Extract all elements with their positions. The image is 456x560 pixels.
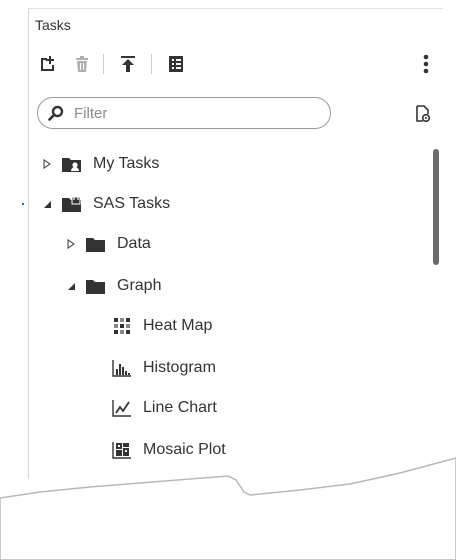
new-task-icon [41,56,54,71]
search-icon [48,105,64,121]
panel-title: Tasks [35,17,71,33]
filter-search-box[interactable] [37,97,331,129]
heat-map-icon [111,316,133,336]
toolbar-separator [151,54,152,74]
filter-document-icon [416,105,431,123]
user-folder-icon [61,154,83,174]
vertical-ellipsis-icon [423,54,429,74]
torn-edge-effect [0,457,456,560]
tree-node-graph[interactable]: Graph [65,273,161,299]
delete-button[interactable] [69,51,95,77]
tree-label: Graph [117,277,162,294]
tree-node-histogram[interactable]: Histogram [111,355,216,381]
toolbar-separator [103,54,104,74]
collapse-arrow-icon[interactable] [41,198,53,210]
upload-icon [121,56,135,72]
tree-node-heat-map[interactable]: Heat Map [111,313,212,339]
expand-arrow-icon[interactable] [41,158,53,170]
tree-label: My Tasks [93,155,160,172]
trash-icon [76,56,88,72]
toolbar [35,51,435,77]
tree-label: Data [117,235,151,252]
tree-node-sas-tasks[interactable]: SAS Tasks [41,191,170,217]
tasks-panel: Tasks Filter My Tasks SAS Tasks Data Gra… [28,8,443,479]
tree-node-data[interactable]: Data [65,231,151,257]
new-task-button[interactable] [35,51,61,77]
histogram-icon [111,358,133,378]
stray-accent-mark [22,203,24,205]
folder-icon [85,234,107,254]
tree-label: Line Chart [143,399,217,416]
locked-folder-icon [61,194,83,214]
upload-button[interactable] [115,51,141,77]
filter-options-button[interactable] [411,101,435,127]
tree-node-my-tasks[interactable]: My Tasks [41,151,159,177]
properties-button[interactable] [163,51,189,77]
expand-arrow-icon[interactable] [65,238,77,250]
tree-label: Heat Map [143,317,213,334]
line-chart-icon [111,398,133,418]
filter-input[interactable] [72,103,306,123]
properties-icon [169,56,183,72]
more-options-button[interactable] [413,51,439,77]
tree-node-line-chart[interactable]: Line Chart [111,395,217,421]
folder-icon [85,276,107,296]
tree-label: Histogram [143,359,216,376]
vertical-scrollbar-thumb[interactable] [433,149,439,265]
tree-label: SAS Tasks [93,195,171,212]
collapse-arrow-icon[interactable] [65,280,77,292]
